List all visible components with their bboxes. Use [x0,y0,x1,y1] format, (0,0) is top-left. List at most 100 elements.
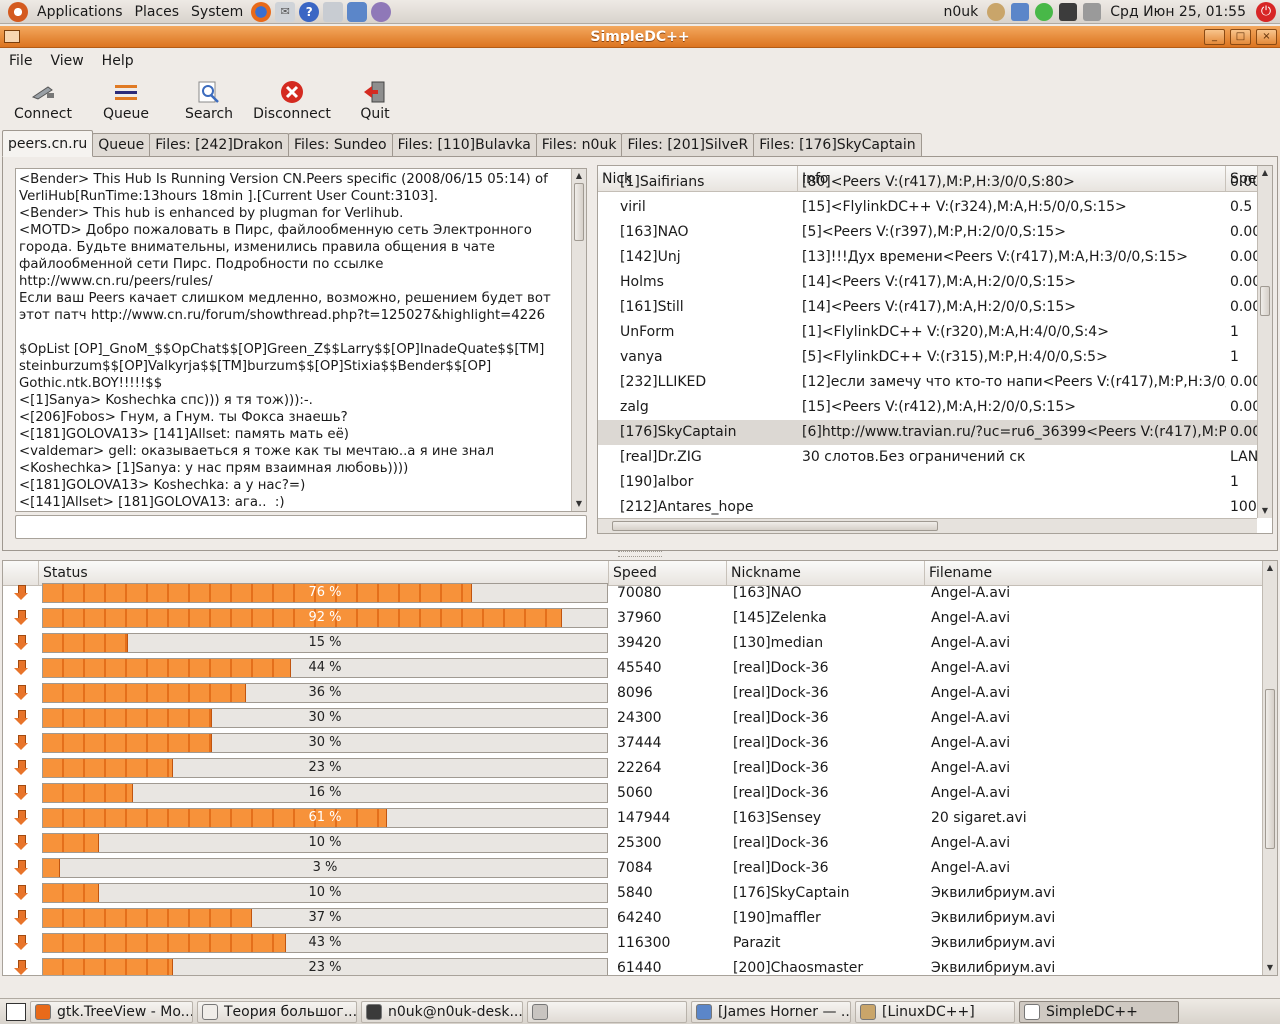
transfer-row[interactable]: 44 % 45540 [real]Dock-36 Angel-A.avi [3,655,1263,680]
taskbar-item[interactable]: gtk.TreeView - Mo... [30,1000,193,1023]
scroll-down-icon[interactable]: ▼ [1263,961,1277,975]
tray-status-icon[interactable] [1035,3,1054,21]
user-list-scrollbar[interactable]: ▲ ▼ [1257,166,1272,518]
transfer-row[interactable]: 30 % 37444 [real]Dock-36 Angel-A.avi [3,730,1263,755]
user-row[interactable]: [161]Still [14]<Peers V:(r417),M:A,H:2/0/… [598,295,1258,320]
scroll-up-icon[interactable]: ▲ [572,169,586,183]
player-launcher-icon[interactable] [347,1,368,22]
transfers-list[interactable]: Status Speed Nickname Filename 76 % 70080… [2,560,1278,976]
tab-0[interactable]: peers.cn.ru [2,130,94,157]
transfer-row[interactable]: 92 % 37960 [145]Zelenka Angel-A.avi [3,605,1263,630]
task-items: gtk.TreeView - Mo... Теория большог... n0u… [26,1000,1179,1023]
download-arrow-icon [3,755,39,780]
taskbar-item[interactable]: [James Horner — ... [691,1000,851,1023]
chat-scroll-thumb[interactable] [574,183,584,241]
tab-1[interactable]: Queue [92,133,151,157]
tab-2[interactable]: Files: [242]Drakon [149,133,289,157]
pane-splitter[interactable] [618,551,662,557]
transfer-row[interactable]: 16 % 5060 [real]Dock-36 Angel-A.avi [3,780,1263,805]
transfer-row[interactable]: 3 % 7084 [real]Dock-36 Angel-A.avi [3,855,1263,880]
user-row[interactable]: [190]albor 1 [598,470,1258,495]
window-titlebar[interactable]: SimpleDC++ _ □ × [0,26,1280,48]
transfer-row[interactable]: 23 % 61440 [200]Chaosmaster Эквилибриум.avi [3,955,1263,975]
taskbar-item[interactable]: SimpleDC++ [1019,1000,1179,1023]
scroll-down-icon[interactable]: ▼ [572,497,586,511]
transfers-scroll-thumb[interactable] [1265,689,1275,849]
help-launcher-icon[interactable]: ? [299,1,320,22]
panel-username[interactable]: n0uk [938,4,985,20]
user-row[interactable]: [232]LLIKED [12]если замечу что кто-то на… [598,370,1258,395]
close-window-icon[interactable]: × [1256,29,1277,45]
tray-dc-icon[interactable] [987,3,1006,21]
app-launcher-icon[interactable] [323,1,344,22]
user-row[interactable]: [163]NAO [5]<Peers V:(r397),M:P,H:2/0/0,S… [598,220,1258,245]
user-row[interactable]: [212]Antares_hope 100 [598,495,1258,520]
power-icon[interactable]: ⏻ [1256,2,1276,22]
user-row[interactable]: [real]Dr.ZIG 30 слотов.Без ограничений ск… [598,445,1258,470]
transfer-row[interactable]: 43 % 116300 Parazit Эквилибриум.avi [3,930,1263,955]
transfers-scrollbar[interactable]: ▲ ▼ [1262,561,1277,975]
user-list[interactable]: Nick Info Spe [1]Saifirians [80]<Peers V:… [597,165,1273,534]
maximize-icon[interactable]: □ [1230,29,1251,45]
transfer-row[interactable]: 61 % 147944 [163]Sensey 20 sigaret.avi [3,805,1263,830]
user-row[interactable]: [142]Unj [13]!!!Дух времени<Peers V:(r417… [598,245,1258,270]
user-row[interactable]: Holms [14]<Peers V:(r417),M:A,H:2/0/0,S:1… [598,270,1258,295]
minimize-icon[interactable]: _ [1204,29,1225,45]
transfer-row[interactable]: 15 % 39420 [130]median Angel-A.avi [3,630,1263,655]
quit-button[interactable]: Quit [332,74,418,128]
connect-button[interactable]: Connect [0,74,86,128]
transfer-row[interactable]: 30 % 24300 [real]Dock-36 Angel-A.avi [3,705,1263,730]
search-button[interactable]: Search [166,74,252,128]
user-row[interactable]: vanya [5]<FlylinkDC++ V:(r315),M:P,H:4/0/… [598,345,1258,370]
menu-file[interactable]: File [0,53,41,69]
tab-7[interactable]: Files: [176]SkyCaptain [753,133,922,157]
transfer-row[interactable]: 10 % 5840 [176]SkyCaptain Эквилибриум.avi [3,880,1263,905]
chat-scrollbar[interactable]: ▲ ▼ [571,169,586,511]
chat-log[interactable]: <Bender> This Hub Is Running Version CN.… [15,168,587,512]
menu-help[interactable]: Help [93,53,143,69]
tray-volume-icon[interactable] [1083,3,1102,21]
panel-clock[interactable]: Срд Июн 25, 01:55 [1104,4,1252,20]
transfer-row[interactable]: 37 % 64240 [190]maffler Эквилибриум.avi [3,905,1263,930]
ubuntu-logo-icon[interactable] [8,1,28,22]
user-row[interactable]: viril [15]<FlylinkDC++ V:(r324),M:A,H:5/0… [598,195,1258,220]
scroll-down-icon[interactable]: ▼ [1258,504,1272,518]
transfer-row[interactable]: 10 % 25300 [real]Dock-36 Angel-A.avi [3,830,1263,855]
taskbar-item[interactable] [527,1000,687,1023]
transfer-speed: 5060 [617,784,653,801]
transfer-row[interactable]: 76 % 70080 [163]NAO Angel-A.avi [3,580,1263,605]
user-row[interactable]: UnForm [1]<FlylinkDC++ V:(r320),M:A,H:4/0… [598,320,1258,345]
places-menu[interactable]: Places [129,0,186,24]
transfer-row[interactable]: 36 % 8096 [real]Dock-36 Angel-A.avi [3,680,1263,705]
user-row[interactable]: [1]Saifirians [80]<Peers V:(r417),M:P,H:3… [598,170,1258,195]
chat-input[interactable] [15,515,587,539]
system-menu[interactable]: System [185,0,249,24]
transfer-row[interactable]: 23 % 22264 [real]Dock-36 Angel-A.avi [3,755,1263,780]
tab-3[interactable]: Files: Sundeo [287,133,393,157]
applications-menu[interactable]: Applications [31,0,129,24]
scroll-up-icon[interactable]: ▲ [1263,561,1277,575]
transfer-filename: Angel-A.avi [931,684,1011,701]
disconnect-button[interactable]: Disconnect [252,74,332,128]
queue-button[interactable]: Queue [86,74,166,128]
taskbar-item[interactable]: [LinuxDC++] [855,1000,1015,1023]
user-row[interactable]: [176]SkyCaptain [6]http://www.travian.ru/… [598,420,1258,445]
menu-view[interactable]: View [41,53,92,69]
taskbar-item[interactable]: Теория большог... [197,1000,357,1023]
mail-launcher-icon[interactable]: ✉ [275,1,296,22]
tab-5[interactable]: Files: n0uk [535,133,623,157]
tab-4[interactable]: Files: [110]Bulavka [391,133,537,157]
tray-network-icon[interactable] [1059,3,1078,21]
user-hscroll-thumb[interactable] [612,521,938,531]
user-scroll-thumb[interactable] [1260,286,1270,316]
user-row[interactable]: zalg [15]<Peers V:(r412),M:A,H:2/0/0,S:15… [598,395,1258,420]
tab-6[interactable]: Files: [201]SilveR [621,133,755,157]
scroll-up-icon[interactable]: ▲ [1258,166,1272,180]
show-desktop-icon[interactable] [6,1002,26,1021]
firefox-launcher-icon[interactable] [251,1,272,22]
tray-player-icon[interactable] [1011,3,1030,21]
user-list-hscrollbar[interactable] [598,518,1257,533]
progress-bar: 15 % [42,632,608,653]
pidgin-launcher-icon[interactable] [371,1,392,22]
taskbar-item[interactable]: n0uk@n0uk-desk... [361,1000,523,1023]
